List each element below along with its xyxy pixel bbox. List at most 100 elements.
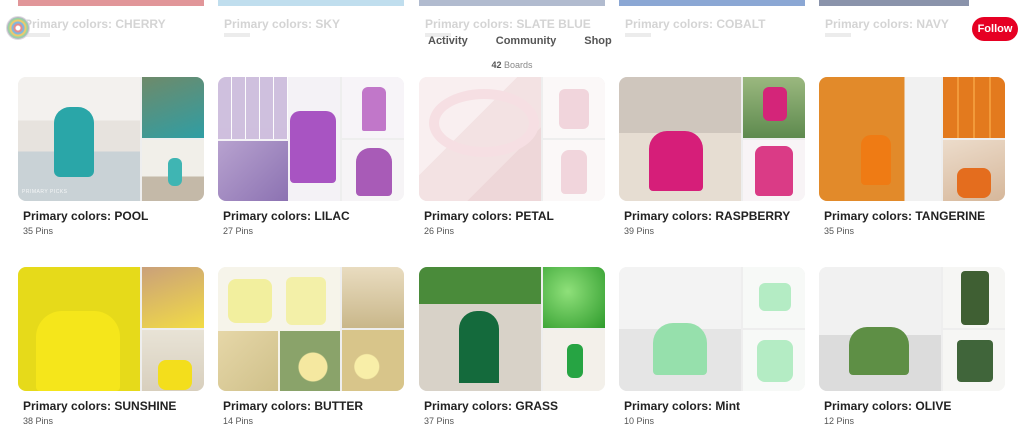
board-card-grass[interactable]: Primary colors: GRASS 37 Pins — [419, 267, 605, 426]
board-cover-thumb — [543, 77, 605, 138]
board-title[interactable]: Primary colors: BUTTER — [223, 399, 363, 413]
board-cover-thumb — [743, 267, 805, 328]
board-cover-thumb — [943, 140, 1005, 201]
board-cover-thumb — [943, 77, 1005, 138]
board-cover-main-image — [218, 77, 340, 201]
board-cover-mosaic[interactable] — [819, 77, 1005, 201]
board-cover-thumb — [142, 330, 204, 391]
butter-shirt-image — [228, 279, 272, 323]
butter-tank-image — [286, 277, 326, 325]
board-cover-thumb — [943, 267, 1005, 328]
ghost-board-pins — [825, 33, 851, 37]
board-card-raspberry[interactable]: Primary colors: RASPBERRY 39 Pins — [619, 77, 805, 236]
board-cover-mosaic[interactable] — [619, 267, 805, 391]
board-card-mint[interactable]: Primary colors: Mint 10 Pins — [619, 267, 805, 426]
board-cover-main-image — [619, 267, 741, 391]
board-title[interactable]: Primary colors: RASPBERRY — [624, 209, 790, 223]
board-pin-count: 39 Pins — [624, 226, 655, 236]
board-cover-thumb — [543, 140, 605, 201]
board-title[interactable]: Primary colors: OLIVE — [824, 399, 951, 413]
citrus-fruit-image — [280, 331, 340, 391]
ghost-board-pins — [224, 33, 250, 37]
follow-button[interactable]: Follow — [972, 17, 1018, 41]
tab-shop[interactable]: Shop — [584, 35, 612, 47]
board-cover-thumb — [342, 140, 404, 201]
ghost-board-title: Primary colors: SLATE BLUE — [425, 17, 591, 31]
board-cover-main-image — [619, 77, 741, 201]
ghost-board-card[interactable]: Primary colors: NAVY — [819, 0, 969, 37]
board-cover-mosaic[interactable]: PRIMARY PICKS — [18, 77, 204, 201]
tab-activity[interactable]: Activity — [428, 35, 468, 47]
board-pin-count: 14 Pins — [223, 416, 254, 426]
board-cover-main-image — [218, 267, 340, 391]
board-count: 42 Boards — [0, 60, 1024, 70]
board-title[interactable]: Primary colors: GRASS — [424, 399, 558, 413]
previous-board-row: Primary colors: CHERRY Primary colors: S… — [0, 0, 1024, 40]
board-cover-mosaic[interactable] — [18, 267, 204, 391]
board-cover-thumb — [943, 330, 1005, 391]
board-pin-count: 38 Pins — [23, 416, 54, 426]
profile-nav-tabs: Activity Community Shop — [428, 35, 612, 47]
lilac-onesie-image — [290, 111, 336, 183]
board-card-olive[interactable]: Primary colors: OLIVE 12 Pins — [819, 267, 1005, 426]
board-cover-main-image — [18, 267, 140, 391]
ghost-board-card[interactable]: Primary colors: SLATE BLUE — [419, 0, 605, 37]
ghost-board-card[interactable]: Primary colors: SKY — [218, 0, 404, 37]
board-cover-main-image — [419, 77, 541, 201]
watermark-text: PRIMARY PICKS — [22, 189, 68, 195]
board-card-tangerine[interactable]: Primary colors: TANGERINE 35 Pins — [819, 77, 1005, 236]
tab-community[interactable]: Community — [496, 35, 557, 47]
board-pin-count: 10 Pins — [624, 416, 655, 426]
board-count-label: Boards — [504, 60, 533, 70]
board-count-number: 42 — [491, 60, 502, 70]
ghost-board-image — [18, 0, 204, 6]
board-cover-thumb — [543, 330, 605, 391]
board-cover-thumb — [543, 267, 605, 328]
board-cover-thumb — [743, 140, 805, 201]
board-cover-mosaic[interactable] — [218, 267, 404, 391]
ghost-board-card[interactable]: Primary colors: COBALT — [619, 0, 805, 37]
board-cover-main-image: PRIMARY PICKS — [18, 77, 140, 201]
ghost-board-title: Primary colors: COBALT — [625, 17, 766, 31]
ghost-board-card[interactable]: Primary colors: CHERRY — [18, 0, 204, 37]
board-cover-thumb — [342, 267, 404, 328]
photo-grid-image — [218, 77, 288, 139]
board-pin-count: 27 Pins — [223, 226, 254, 236]
board-title[interactable]: Primary colors: Mint — [624, 399, 740, 413]
board-cover-main-image — [419, 267, 541, 391]
ghost-board-image — [218, 0, 404, 6]
ghost-board-image — [419, 0, 605, 6]
board-title[interactable]: Primary colors: LILAC — [223, 209, 350, 223]
board-cover-mosaic[interactable] — [619, 77, 805, 201]
board-cover-mosaic[interactable] — [419, 267, 605, 391]
board-card-lilac[interactable]: Primary colors: LILAC 27 Pins — [218, 77, 404, 236]
board-cover-thumb — [142, 140, 204, 201]
board-card-sunshine[interactable]: Primary colors: SUNSHINE 38 Pins — [18, 267, 204, 426]
ghost-board-image — [819, 0, 969, 6]
board-pin-count: 37 Pins — [424, 416, 455, 426]
board-cover-thumb — [743, 77, 805, 138]
board-title[interactable]: Primary colors: POOL — [23, 209, 148, 223]
board-card-petal[interactable]: Primary colors: PETAL 26 Pins — [419, 77, 605, 236]
board-cover-mosaic[interactable] — [819, 267, 1005, 391]
board-cover-mosaic[interactable] — [419, 77, 605, 201]
board-pin-count: 12 Pins — [824, 416, 855, 426]
board-cover-main-image — [819, 77, 941, 201]
board-cover-mosaic[interactable] — [218, 77, 404, 201]
board-pin-count: 35 Pins — [824, 226, 855, 236]
buddha-image — [218, 331, 278, 391]
board-card-butter[interactable]: Primary colors: BUTTER 14 Pins — [218, 267, 404, 426]
profile-avatar[interactable] — [6, 16, 30, 40]
board-title[interactable]: Primary colors: SUNSHINE — [23, 399, 176, 413]
board-cover-thumb — [342, 330, 404, 391]
board-title[interactable]: Primary colors: TANGERINE — [824, 209, 985, 223]
ghost-board-pins — [625, 33, 651, 37]
board-card-pool[interactable]: PRIMARY PICKS Primary colors: POOL 35 Pi… — [18, 77, 204, 236]
board-title[interactable]: Primary colors: PETAL — [424, 209, 554, 223]
board-cover-main-image — [819, 267, 941, 391]
board-pin-count: 35 Pins — [23, 226, 54, 236]
ghost-board-title: Primary colors: SKY — [224, 17, 341, 31]
ghost-board-title: Primary colors: CHERRY — [24, 17, 166, 31]
board-cover-thumb — [142, 77, 204, 138]
board-cover-thumb — [342, 77, 404, 138]
